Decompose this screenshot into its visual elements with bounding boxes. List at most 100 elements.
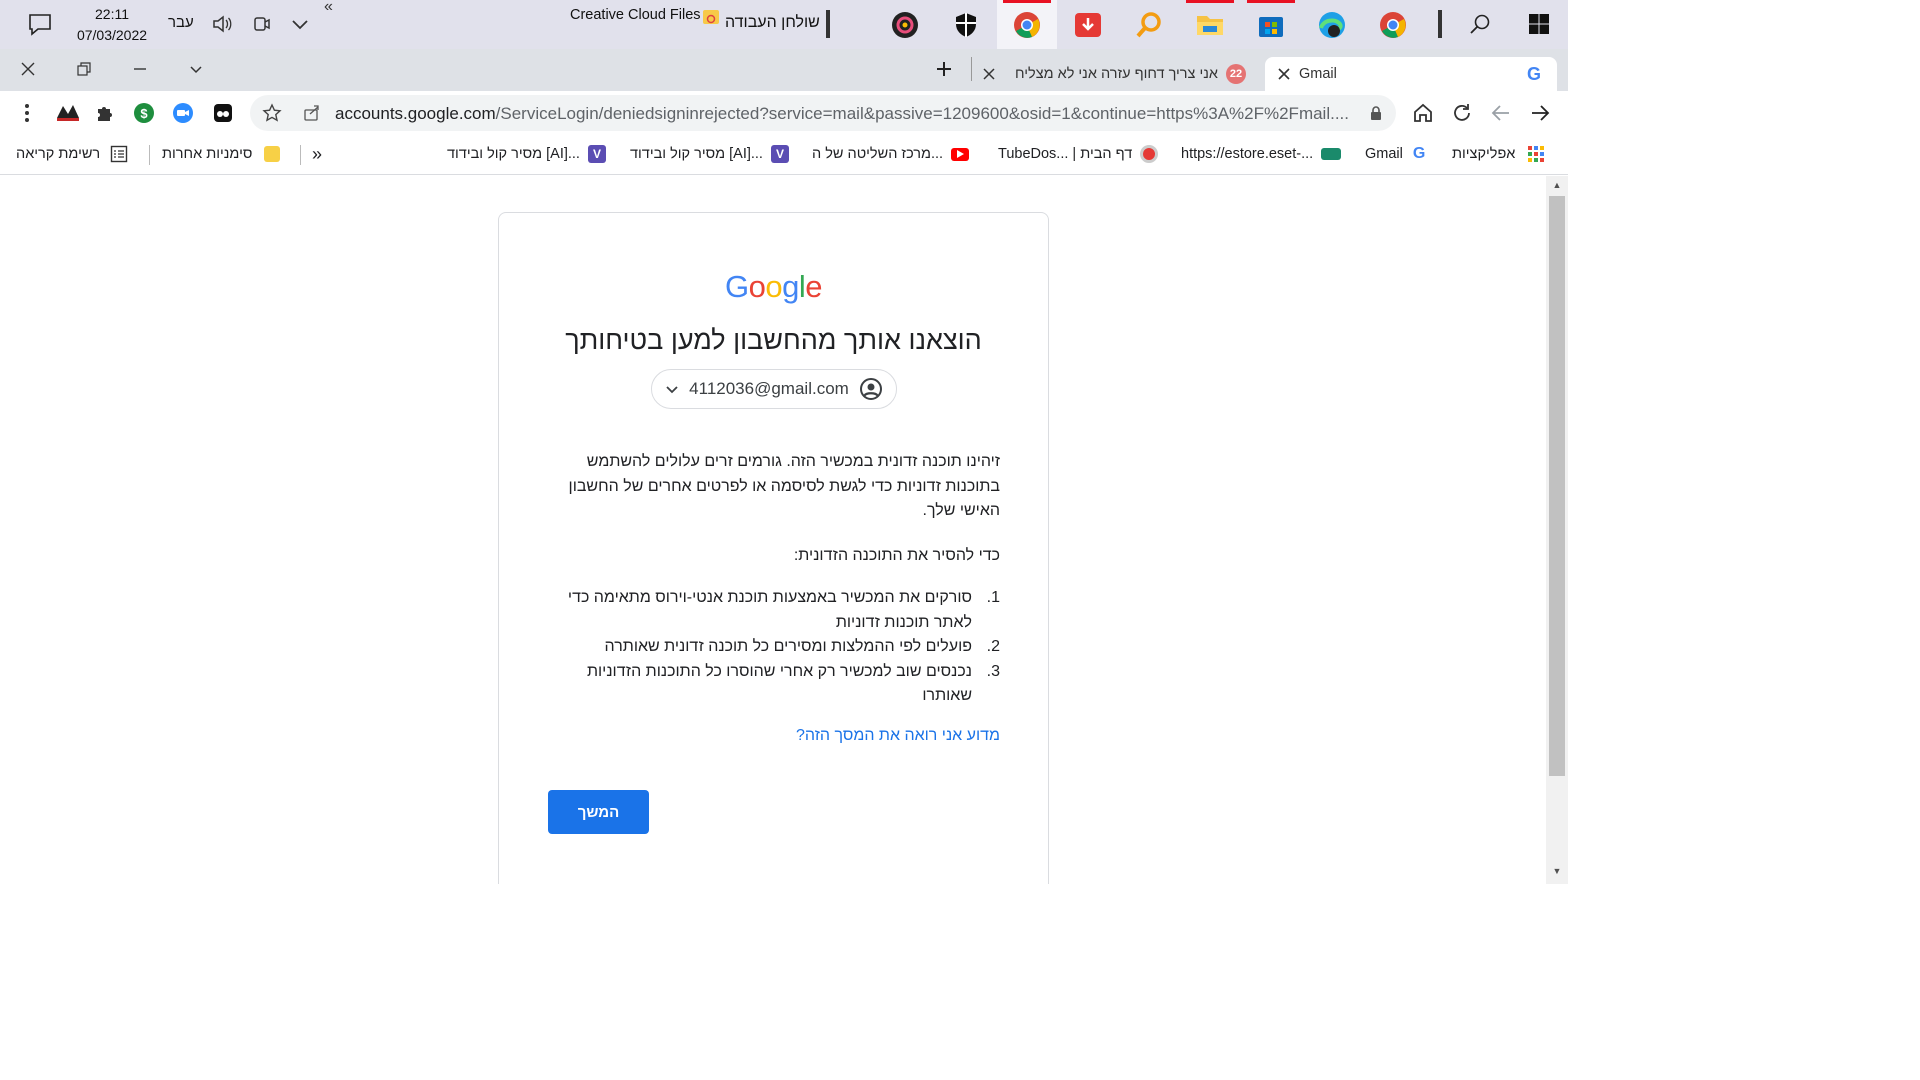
taskbar-app-ms-store[interactable] — [1241, 0, 1301, 49]
back-arrow-icon[interactable] — [1489, 101, 1513, 125]
creative-cloud-icon — [702, 8, 720, 26]
new-tab-plus-icon[interactable] — [930, 57, 958, 81]
lock-icon[interactable] — [1364, 101, 1388, 125]
windows-start-icon[interactable] — [1527, 12, 1551, 36]
extension-green-dollar-icon[interactable]: $ — [132, 101, 156, 125]
window-close-icon[interactable] — [14, 57, 42, 81]
tab-help-request[interactable]: אני צריך דחוף עזרה אני לא מצליח 22 — [980, 57, 1260, 91]
tab-divider — [971, 57, 972, 81]
taskbar-app-file-explorer[interactable] — [1180, 0, 1240, 49]
bookmark-star-icon[interactable] — [260, 101, 284, 125]
taskbar-app-edge[interactable] — [1302, 0, 1362, 49]
tab-close-icon[interactable] — [982, 67, 996, 81]
active-app-indicator — [1003, 0, 1051, 3]
step-number: 3. — [986, 662, 1000, 680]
media-player-icon — [892, 11, 918, 38]
download-app-icon — [1075, 12, 1101, 37]
zoom-extension-icon[interactable] — [171, 101, 195, 125]
svg-text:$: $ — [140, 106, 148, 121]
why-am-i-seeing-this-link[interactable]: מדוע אני רואה את המסך הזה? — [549, 727, 1000, 745]
step-text: פועלים לפי ההמלצות ומסירים כל תוכנה זדונ… — [604, 638, 972, 655]
extension-black-icon[interactable] — [211, 101, 235, 125]
account-email: 4112036@gmail.com — [689, 379, 849, 398]
logo-letter: g — [782, 269, 799, 304]
volume-icon[interactable] — [210, 12, 234, 36]
bookmark-label: https://estore.eset-... — [1181, 146, 1314, 162]
desktop-toolbar-link[interactable]: שולחן העבודה — [725, 14, 820, 32]
meet-now-icon[interactable] — [250, 12, 274, 36]
creative-cloud-files-link[interactable]: Creative Cloud Files — [570, 7, 701, 23]
chrome-icon — [1380, 11, 1406, 38]
browser-tab-strip: אני צריך דחוף עזרה אני לא מצליח 22 Gmail… — [0, 49, 1568, 91]
bookmark-label: Gmail — [1365, 146, 1403, 162]
system-clock[interactable]: 22:11 07/03/2022 — [68, 4, 156, 46]
bookmark-gmail[interactable]: Gmail G — [1365, 143, 1425, 165]
window-restore-icon[interactable] — [70, 57, 98, 81]
extension-logo-icon[interactable] — [54, 101, 82, 125]
show-hidden-icons-chevron-icon[interactable] — [288, 12, 312, 36]
bookmark-separator — [300, 145, 301, 165]
reload-icon[interactable] — [1450, 101, 1474, 125]
taskbar-app-security[interactable] — [936, 0, 996, 49]
bookmark-label: מסיר קול ובידוד [AI]... — [630, 146, 763, 162]
home-icon[interactable] — [1411, 101, 1435, 125]
voice-remover-favicon-icon: V — [587, 145, 606, 163]
magnifier-app-icon — [1136, 11, 1161, 37]
address-bar[interactable]: accounts.google.com/ServiceLogin/denieds… — [250, 95, 1396, 131]
bookmark-voice-remover-1[interactable]: מסיר קול ובידוד [AI]... V — [630, 143, 789, 165]
search-icon[interactable] — [1468, 12, 1492, 36]
tab-gmail-active[interactable]: Gmail G — [1265, 57, 1557, 91]
bookmark-voice-remover-2[interactable]: מסיר קול ובידוד [AI]... V — [447, 143, 606, 165]
bookmark-tubedos[interactable]: TubeDos... | דף הבית — [998, 143, 1159, 165]
list-item: 3. נכנסים שוב למכשיר רק אחרי שהוסרו כל הת… — [549, 660, 1000, 709]
scrollbar-thumb[interactable] — [1549, 196, 1565, 776]
account-chooser-chip[interactable]: 4112036@gmail.com — [651, 369, 897, 409]
forward-arrow-icon[interactable] — [1528, 101, 1552, 125]
google-logo: Google — [499, 269, 1048, 305]
account-circle-icon — [859, 377, 883, 401]
clock-date: 07/03/2022 — [76, 27, 148, 43]
folder-icon — [264, 146, 281, 162]
share-page-icon[interactable] — [300, 101, 324, 125]
youtube-favicon-icon — [951, 147, 970, 161]
logo-letter: o — [765, 269, 783, 304]
taskbar-app-chrome-active[interactable] — [997, 0, 1057, 49]
edge-icon — [1319, 11, 1345, 38]
bookmark-youtube-studio[interactable]: מרכז השליטה של ה... — [812, 143, 970, 165]
logo-letter: G — [724, 269, 749, 304]
tab-search-chevron-icon[interactable] — [182, 57, 210, 81]
bookmarks-bar: רשימת קריאה סימניות אחרות » מסיר קול ובי… — [0, 135, 1568, 175]
eset-favicon-icon — [1321, 148, 1342, 160]
taskbar-app-downloader[interactable] — [1058, 0, 1118, 49]
logo-letter: o — [748, 269, 766, 304]
continue-button[interactable]: המשך — [548, 790, 649, 834]
step-text: סורקים את המכשיר באמצעות תוכנת אנטי-וירו… — [567, 589, 972, 631]
toolbar-expand-chevron[interactable]: « — [324, 0, 333, 16]
shield-icon — [956, 12, 976, 37]
taskbar-app-search-tool[interactable] — [1119, 0, 1179, 49]
chrome-menu-kebab-icon[interactable] — [15, 101, 39, 125]
window-minimize-icon[interactable] — [126, 57, 154, 81]
reading-list-button[interactable]: רשימת קריאה — [16, 143, 128, 165]
removal-intro: כדי להסיר את התוכנה הזדונית: — [793, 547, 1000, 564]
input-language-indicator[interactable]: עבר — [168, 14, 194, 31]
taskbar-app-media-player[interactable] — [875, 0, 935, 49]
running-app-indicator — [1186, 0, 1234, 3]
other-bookmarks-folder[interactable]: סימניות אחרות — [162, 143, 281, 165]
clock-time: 22:11 — [95, 6, 129, 22]
tab-close-icon[interactable] — [1277, 67, 1291, 81]
bookmark-apps[interactable]: אפליקציות — [1452, 143, 1545, 165]
reading-list-label: רשימת קריאה — [16, 146, 101, 162]
bookmark-eset-store[interactable]: https://estore.eset-... — [1181, 143, 1342, 165]
page-scrollbar[interactable]: ▲ ▼ — [1546, 176, 1568, 884]
extensions-puzzle-icon[interactable] — [93, 101, 117, 125]
page-viewport: Google הוצאנו אותך מהחשבון למען בטיחותך … — [0, 176, 1546, 884]
bookmarks-overflow-chevron[interactable]: » — [312, 143, 322, 165]
url-text[interactable]: accounts.google.com/ServiceLogin/denieds… — [335, 104, 1355, 124]
taskbar-app-chrome[interactable] — [1363, 0, 1423, 49]
scroll-up-arrow-icon[interactable]: ▲ — [1551, 180, 1563, 190]
scroll-down-arrow-icon[interactable]: ▼ — [1551, 866, 1563, 876]
list-item: 1. סורקים את המכשיר באמצעות תוכנת אנטי-וי… — [549, 586, 1000, 635]
notification-center-icon[interactable] — [26, 12, 54, 38]
tubedos-favicon-icon — [1140, 145, 1159, 163]
